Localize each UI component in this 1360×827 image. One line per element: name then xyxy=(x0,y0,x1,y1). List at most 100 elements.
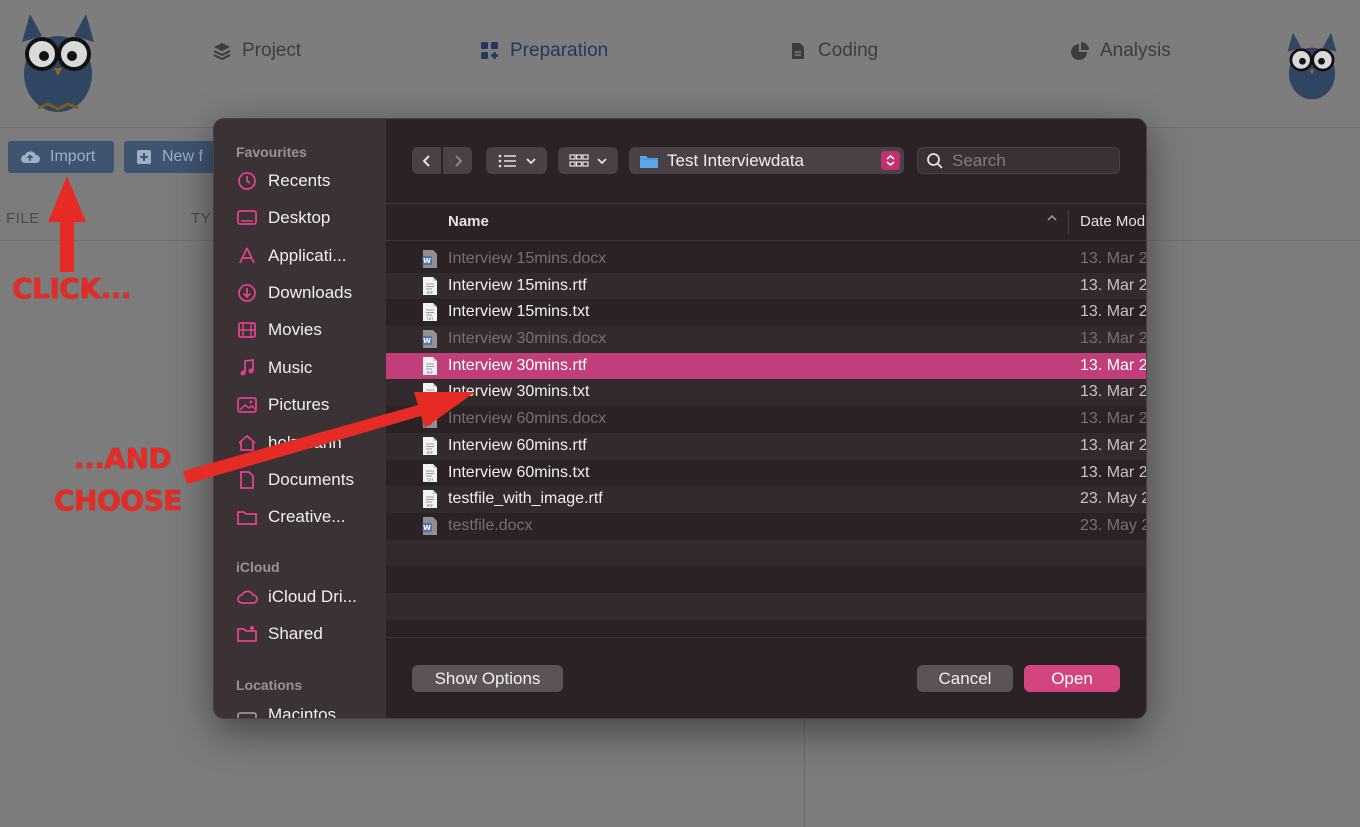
type-column-header: TY xyxy=(191,210,212,227)
home-icon xyxy=(238,434,256,451)
file-list-header: Name Date Mod xyxy=(386,203,1146,241)
svg-text:TXT: TXT xyxy=(426,478,434,482)
empty-row xyxy=(386,592,1146,620)
sidebar-item-macintosh[interactable]: Macintos... xyxy=(236,701,384,718)
sidebar-item-movies[interactable]: Movies xyxy=(236,316,384,344)
file-row[interactable]: W Interview 30mins.docx 13. Mar 2 xyxy=(386,326,1146,353)
folder-icon xyxy=(640,155,658,168)
nav-project[interactable]: Project xyxy=(212,38,301,64)
name-column-header[interactable]: Name xyxy=(448,213,489,230)
file-name: Interview 15mins.rtf xyxy=(448,276,587,294)
file-name: testfile.docx xyxy=(448,516,533,534)
file-name: Interview 15mins.docx xyxy=(448,250,607,267)
sidebar-item-label: Music xyxy=(268,358,313,377)
download-icon xyxy=(238,284,256,302)
owl-avatar-icon[interactable] xyxy=(1278,30,1346,104)
nav-label: Project xyxy=(242,40,302,61)
sidebar-item-recents[interactable]: Recents xyxy=(236,167,384,195)
date-modified-column-header[interactable]: Date Mod xyxy=(1080,213,1145,230)
text-file-icon: RTF xyxy=(423,436,437,455)
back-button[interactable] xyxy=(412,147,441,174)
sidebar-item-desktop[interactable]: Desktop xyxy=(236,204,384,232)
folder-path-selector[interactable]: Test Interviewdata xyxy=(629,147,904,174)
import-button[interactable]: Import xyxy=(8,141,114,173)
import-label: Import xyxy=(50,148,96,165)
cloud-upload-icon xyxy=(21,151,40,163)
file-row[interactable]: RTF Interview 60mins.rtf 13. Mar 2 xyxy=(386,432,1147,460)
file-date: 13. Mar 2 xyxy=(1080,463,1147,481)
search-field[interactable]: Search xyxy=(917,147,1120,174)
list-view-button[interactable] xyxy=(486,147,547,174)
file-column-header: FILE xyxy=(6,210,40,227)
nav-preparation[interactable]: Preparation xyxy=(480,38,608,64)
file-list: W Interview 15mins.docx 13. Mar 2 RTF Interv… xyxy=(386,246,1147,646)
sidebar-item-label: Desktop xyxy=(268,208,331,227)
text-file-icon: TXT xyxy=(423,303,437,322)
sidebar-item-home[interactable]: holzmann xyxy=(236,429,384,457)
sidebar-item-music[interactable]: Music xyxy=(236,354,384,382)
nav-analysis[interactable]: Analysis xyxy=(1070,38,1171,64)
grid-icon xyxy=(569,153,589,167)
disk-icon xyxy=(237,712,257,718)
svg-text:W: W xyxy=(423,417,431,425)
divider xyxy=(804,718,805,827)
sidebar-item-label: Recents xyxy=(268,171,331,190)
word-document-icon: W xyxy=(422,250,437,268)
sidebar-item-creative[interactable]: Creative... xyxy=(236,503,384,531)
file-date: 13. Mar 2 xyxy=(1080,436,1147,454)
column-separator xyxy=(1068,210,1069,234)
sidebar-item-downloads[interactable]: Downloads xyxy=(236,279,384,307)
file-date: 13. Mar 2 xyxy=(1080,383,1147,401)
sidebar-item-pictures[interactable]: Pictures xyxy=(236,391,384,419)
sidebar-item-label: Shared xyxy=(268,624,323,643)
svg-text:RTF: RTF xyxy=(427,504,433,508)
chevron-right-icon xyxy=(454,154,462,167)
nav-coding[interactable]: Coding xyxy=(788,38,878,64)
file-date: 13. Mar 2 xyxy=(1080,356,1147,374)
file-row[interactable]: Wtestfile.docx 23. May 2 xyxy=(386,513,1147,540)
open-button[interactable]: Open xyxy=(1024,665,1120,692)
new-file-button[interactable]: New f xyxy=(124,141,224,173)
sidebar-item-applications[interactable]: Applicati... xyxy=(236,242,384,270)
sidebar-section-favourites: Favourites xyxy=(236,144,307,160)
updown-chevrons-icon xyxy=(881,151,900,170)
folder-name: Test Interviewdata xyxy=(667,150,805,170)
grid-view-button[interactable] xyxy=(558,147,618,174)
sidebar-item-shared[interactable]: Shared xyxy=(236,620,384,648)
sidebar-section-locations: Locations xyxy=(236,677,303,693)
file-row[interactable]: W Interview 15mins.docx 13. Mar 2 xyxy=(386,246,1147,273)
doc-icon xyxy=(240,471,254,489)
svg-text:TXT: TXT xyxy=(426,317,434,321)
annotation-click: CLICK... xyxy=(12,272,131,305)
file-date: 23. May 2 xyxy=(1080,516,1147,534)
file-row[interactable]: RTF testfile_with_image.rtf 23. May 2 xyxy=(386,486,1147,513)
file-name: testfile_with_image.rtf xyxy=(448,490,603,508)
sidebar-item-documents[interactable]: Documents xyxy=(236,466,384,494)
file-row[interactable]: TXT Interview 15mins.txt 13. Mar 2 xyxy=(386,299,1146,326)
cancel-button[interactable]: Cancel xyxy=(917,665,1013,692)
file-name: Interview 30mins.txt xyxy=(448,383,590,401)
file-date: 13. Mar 2 xyxy=(1080,250,1147,267)
sidebar-item-icloud-drive[interactable]: iCloud Dri... xyxy=(236,583,384,611)
sidebar-item-label: Pictures xyxy=(268,395,330,414)
shared-folder-icon xyxy=(237,626,257,642)
search-icon xyxy=(927,152,943,169)
cloud-icon xyxy=(237,590,258,604)
film-icon xyxy=(238,322,256,338)
file-row[interactable]: W Interview 60mins.docx 13. Mar 2 xyxy=(386,406,1147,433)
forward-button[interactable] xyxy=(443,147,472,174)
file-row[interactable]: RTF Interview 15mins.rtf 13. Mar 2 xyxy=(386,272,1146,300)
divider xyxy=(386,637,1146,638)
plus-square-icon xyxy=(137,150,151,164)
sidebar-item-label: holzmann xyxy=(268,433,342,452)
file-date: 23. May 2 xyxy=(1080,490,1147,508)
text-file-icon: TXT xyxy=(423,463,437,482)
file-row[interactable]: TXT Interview 30mins.txt 13. Mar 2 xyxy=(386,379,1147,407)
chevron-left-icon xyxy=(422,154,430,167)
file-row[interactable]: RTF Interview 30mins.rtf 13. Mar 2 xyxy=(386,352,1147,380)
show-options-button[interactable]: Show Options xyxy=(412,665,563,692)
svg-text:RTF: RTF xyxy=(427,451,433,455)
file-date: 13. Mar 2 xyxy=(1080,410,1147,428)
file-row[interactable]: TXT Interview 60mins.txt 13. Mar 2 xyxy=(386,460,1147,487)
svg-text:W: W xyxy=(423,337,431,345)
